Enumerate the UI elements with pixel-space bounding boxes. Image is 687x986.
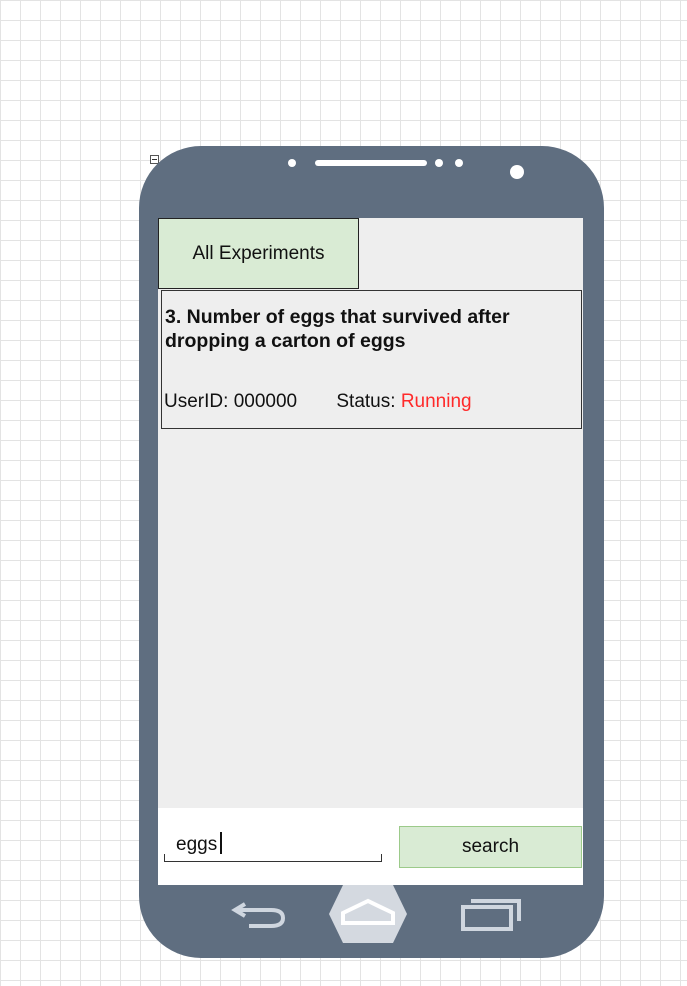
search-input-value: eggs [176,834,218,855]
experiment-card[interactable]: 3. Number of eggs that survived after dr… [161,290,582,429]
sensor-dot [288,159,296,167]
home-icon[interactable] [329,885,407,943]
user-id-value: 000000 [233,391,298,412]
front-camera-icon [510,165,524,179]
status-label: Status: [336,391,396,412]
tab-all-experiments[interactable]: All Experiments [158,218,359,289]
sensor-dot [435,159,443,167]
user-id-label: UserID: [164,391,229,412]
speaker-grille [315,160,427,166]
sensor-dot [455,159,463,167]
recent-apps-icon[interactable] [457,898,525,932]
experiment-title: 3. Number of eggs that survived after dr… [165,306,510,352]
phone-screen: All Experiments 3. Number of eggs that s… [158,218,583,885]
status-badge: Running [400,391,472,412]
back-icon[interactable] [229,896,297,930]
search-bar: eggs search [158,808,583,885]
text-cursor [220,832,223,854]
experiment-meta: UserID: 000000 Status: Running [164,391,472,413]
search-input[interactable]: eggs [164,822,382,862]
search-button[interactable]: search [399,826,582,868]
